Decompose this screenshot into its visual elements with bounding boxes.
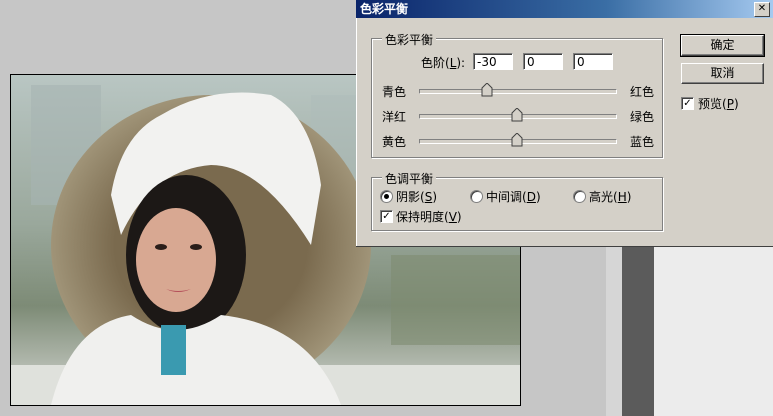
tone-balance-legend: 色调平衡 xyxy=(382,170,437,187)
red-label: 红色 xyxy=(630,85,655,99)
cyan-red-track[interactable] xyxy=(419,89,617,94)
cancel-button[interactable]: 取消 xyxy=(681,63,764,84)
color-balance-dialog: 色彩平衡 ✕ 色彩平衡 色阶(L): -30 0 0 青色 红色 洋红 绿色 黄… xyxy=(356,0,773,247)
midtones-radio[interactable] xyxy=(470,190,483,203)
levels-cyan-red-input[interactable]: -30 xyxy=(473,53,513,70)
magenta-green-slider-thumb[interactable] xyxy=(511,108,523,122)
midtones-label[interactable]: 中间调(D) xyxy=(486,188,541,205)
preserve-luminosity-label[interactable]: 保持明度(V) xyxy=(396,208,462,225)
levels-label: 色阶(L): xyxy=(421,56,466,70)
cyan-label: 青色 xyxy=(382,85,407,99)
highlights-label[interactable]: 高光(H) xyxy=(589,188,631,205)
dialog-title: 色彩平衡 xyxy=(360,2,409,16)
preserve-luminosity-checkbox[interactable]: ✓ xyxy=(380,210,393,223)
preview-checkbox[interactable]: ✓ xyxy=(681,97,694,110)
yellow-blue-slider-thumb[interactable] xyxy=(511,133,523,147)
levels-yellow-blue-input[interactable]: 0 xyxy=(573,53,613,70)
close-button[interactable]: ✕ xyxy=(754,2,770,17)
levels-magenta-green-input[interactable]: 0 xyxy=(523,53,563,70)
preview-label[interactable]: 预览(P) xyxy=(698,95,739,112)
green-label: 绿色 xyxy=(630,110,655,124)
yellow-label: 黄色 xyxy=(382,135,407,149)
shadows-label[interactable]: 阴影(S) xyxy=(396,188,437,205)
tone-balance-group: 色调平衡 阴影(S) 中间调(D) 高光(H) ✓ 保持明度(V) xyxy=(371,170,663,231)
shadows-radio[interactable] xyxy=(380,190,393,203)
cyan-red-slider-thumb[interactable] xyxy=(481,83,493,97)
highlights-radio[interactable] xyxy=(573,190,586,203)
color-balance-group: 色彩平衡 色阶(L): -30 0 0 青色 红色 洋红 绿色 黄色 蓝色 xyxy=(371,31,663,158)
dialog-titlebar[interactable]: 色彩平衡 ✕ xyxy=(356,0,773,18)
ok-button[interactable]: 确定 xyxy=(680,34,765,57)
color-balance-legend: 色彩平衡 xyxy=(382,31,437,48)
blue-label: 蓝色 xyxy=(630,135,655,149)
magenta-label: 洋红 xyxy=(382,110,407,124)
